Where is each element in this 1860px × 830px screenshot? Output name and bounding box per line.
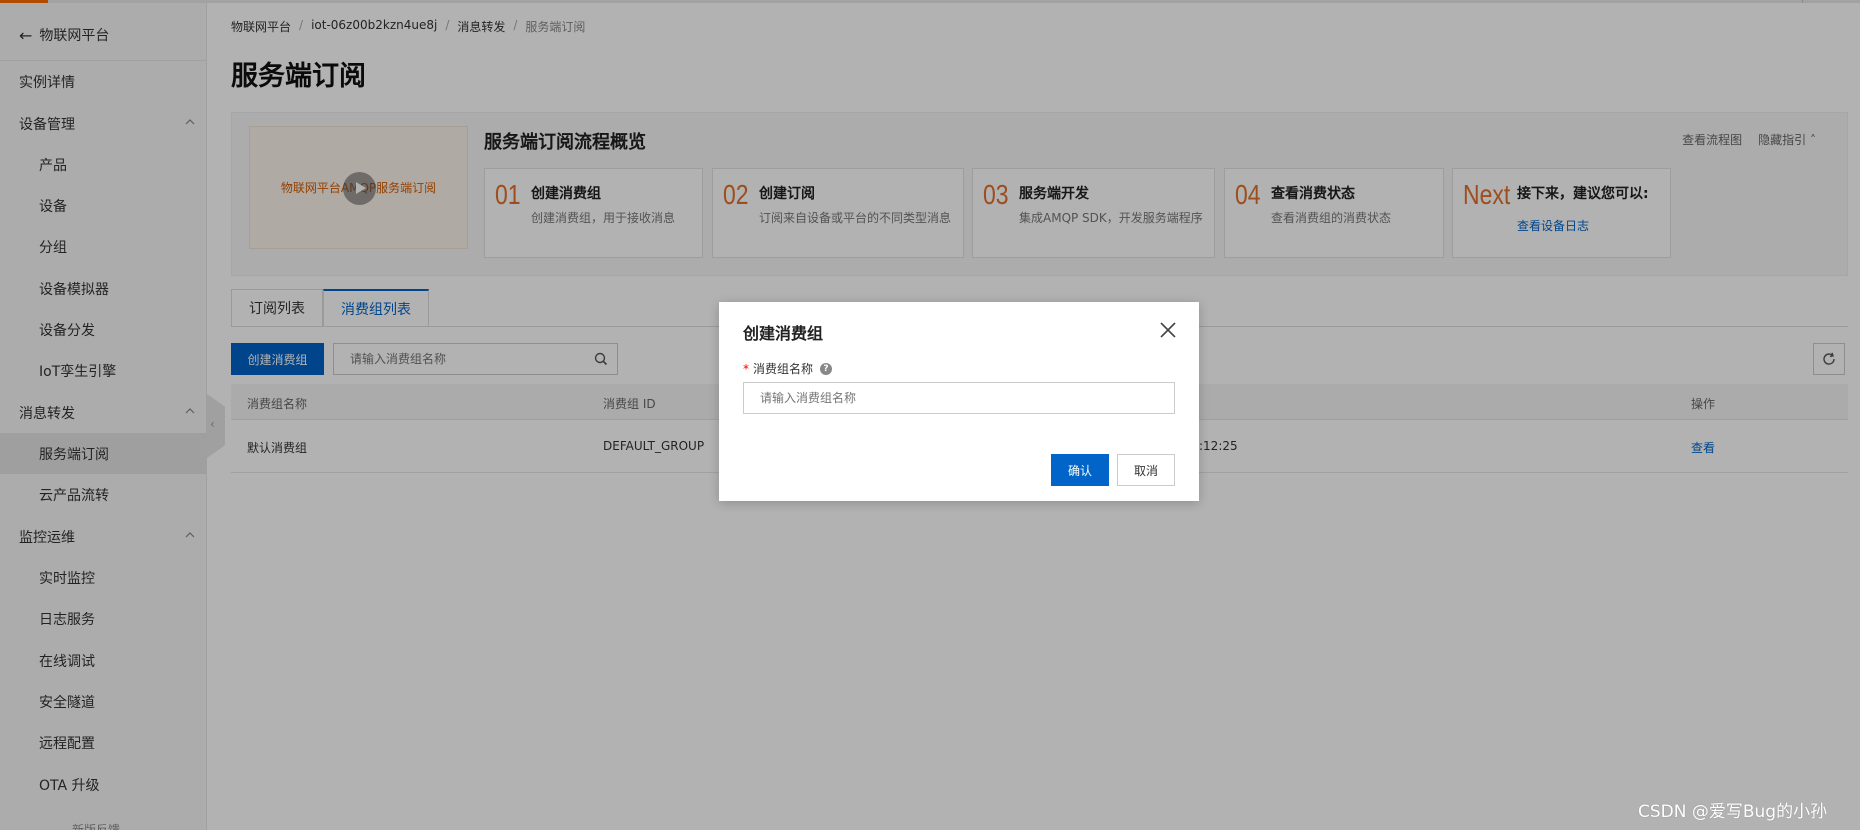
consumer-group-name-input[interactable]: [743, 382, 1175, 414]
help-icon[interactable]: ?: [820, 362, 833, 375]
required-marker: *: [743, 361, 749, 376]
create-consumer-group-dialog: 创建消费组 * 消费组名称 ? 确认 取消: [719, 302, 1199, 501]
field-label-text: 消费组名称: [753, 362, 814, 376]
cancel-button[interactable]: 取消: [1117, 454, 1175, 486]
close-icon[interactable]: [1159, 321, 1177, 339]
dialog-title: 创建消费组: [743, 324, 824, 343]
confirm-button[interactable]: 确认: [1051, 454, 1109, 486]
watermark: CSDN @爱写Bug的小孙: [1638, 802, 1828, 822]
field-label: * 消费组名称 ?: [743, 360, 833, 377]
